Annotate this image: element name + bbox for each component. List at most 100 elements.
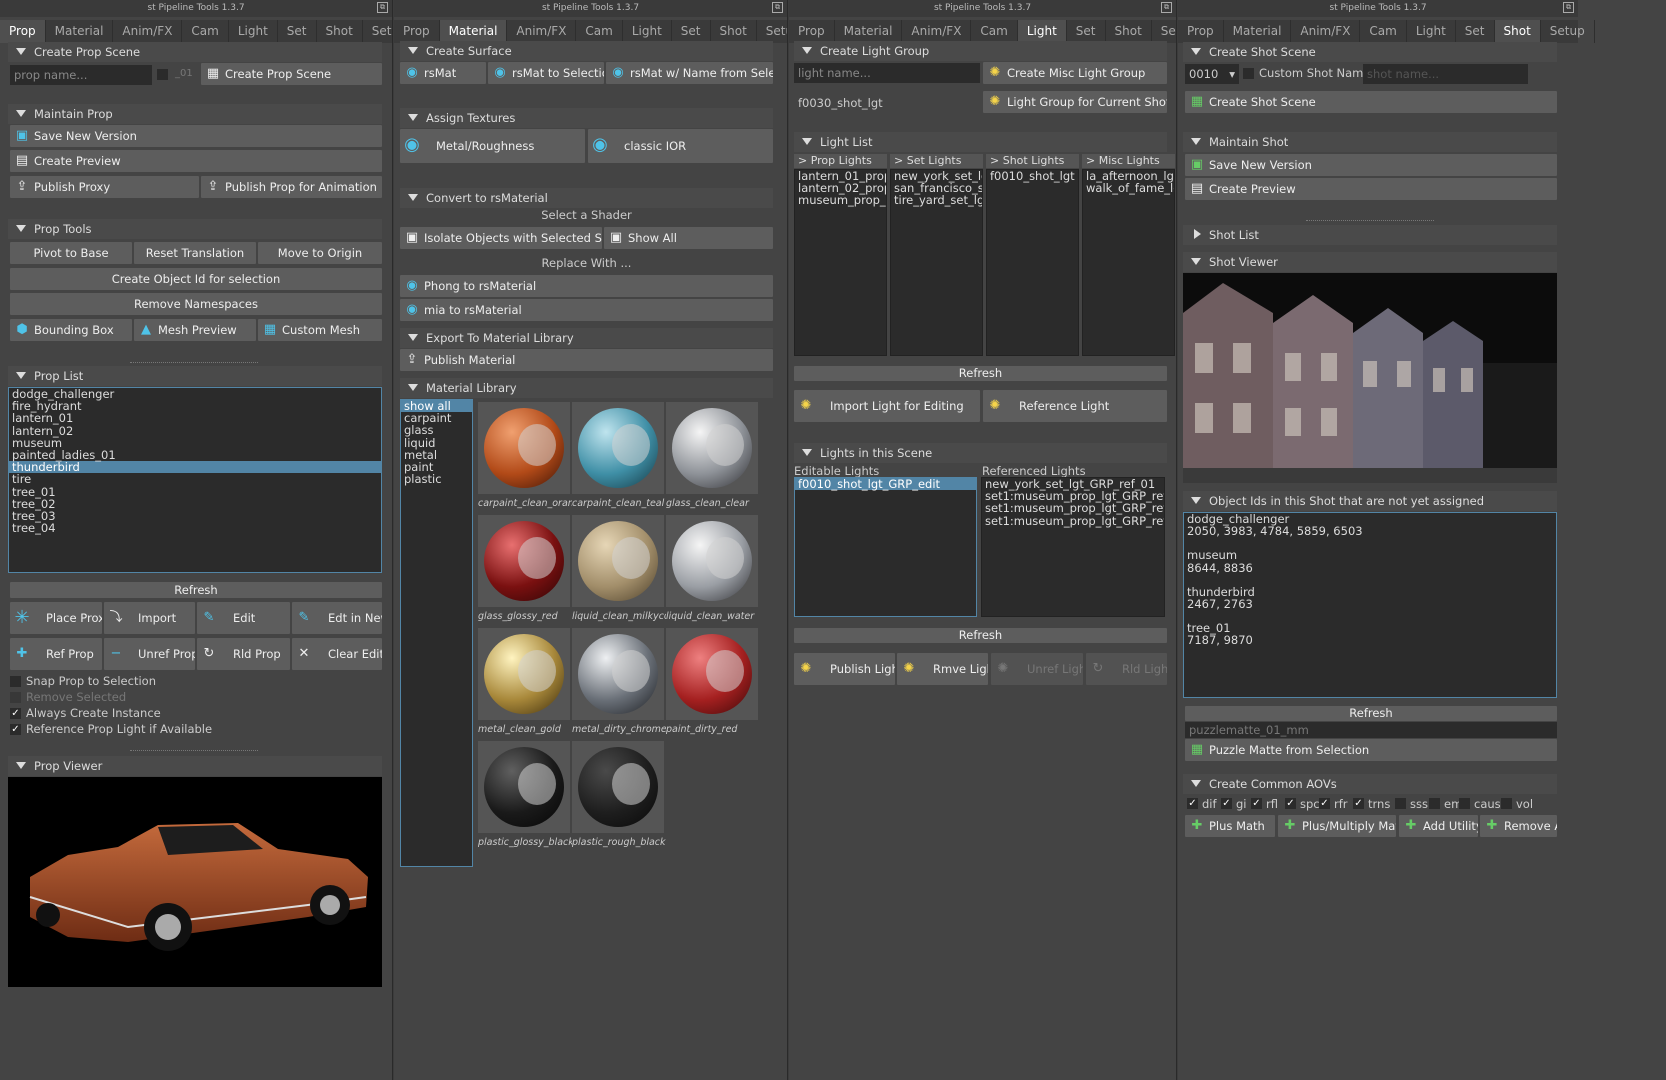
tab-prop[interactable]: Prop (789, 20, 835, 43)
section-material-library[interactable]: Material Library (400, 378, 773, 398)
light-group-current-shot-button[interactable]: ✺ Light Group for Current Shot (983, 91, 1167, 113)
mesh-preview-button[interactable]: ▲ Mesh Preview (134, 319, 256, 341)
tab-light[interactable]: Light (623, 20, 672, 43)
tab-shot[interactable]: Shot (1494, 20, 1541, 43)
tab-prop[interactable]: Prop (1178, 20, 1224, 43)
section-convert[interactable]: Convert to rsMaterial (400, 188, 773, 208)
material-swatch[interactable] (478, 402, 570, 494)
tab-cam[interactable]: Cam (576, 20, 623, 43)
light-column-list[interactable]: lantern_01_prop_lgtlantern_02_prop_lgtmu… (794, 169, 887, 356)
rsmat-to-selection-button[interactable]: ◉ rsMat to Selection (488, 62, 604, 84)
tab-setup[interactable]: Setup (363, 20, 392, 43)
tab-animfx[interactable]: Anim/FX (113, 20, 183, 43)
metal-roughness-button[interactable]: ◉ Metal/Roughness (400, 129, 585, 163)
tab-material[interactable]: Material (46, 20, 114, 43)
material-swatch[interactable] (666, 628, 758, 720)
refresh-button[interactable]: Refresh (794, 366, 1167, 381)
create-misc-light-group-button[interactable]: ✺ Create Misc Light Group (983, 62, 1167, 84)
rsmat-name-button[interactable]: ◉ rsMat w/ Name from Selection (606, 62, 773, 84)
prop-name-input[interactable]: prop name... (10, 65, 152, 85)
section-common-aovs[interactable]: Create Common AOVs (1183, 774, 1557, 794)
aov-checkbox[interactable] (1395, 798, 1406, 809)
refresh-button[interactable]: Refresh (10, 582, 382, 598)
section-prop-tools[interactable]: Prop Tools (8, 219, 382, 239)
aov-checkbox[interactable]: ✓ (1221, 798, 1232, 809)
material-swatch[interactable] (572, 402, 664, 494)
section-assign-textures[interactable]: Assign Textures (400, 108, 773, 128)
ref-light-checkbox[interactable]: ✓ (10, 724, 21, 735)
list-item[interactable]: thunderbird (9, 461, 381, 473)
show-all-button[interactable]: ▣ Show All (604, 227, 773, 249)
ref-prop-button[interactable]: ✚ Ref Prop (10, 638, 102, 670)
tab-shot[interactable]: Shot (1106, 20, 1152, 43)
section-create-surface[interactable]: Create Surface (400, 41, 773, 61)
tab-set[interactable]: Set (278, 20, 317, 43)
dock-icon[interactable]: ⧉ (772, 2, 783, 13)
aov-checkbox[interactable]: ✓ (1251, 798, 1262, 809)
unref-light-button[interactable]: ✺ Unref Light (991, 653, 1083, 685)
tab-light[interactable]: Light (229, 20, 278, 43)
tab-animfx[interactable]: Anim/FX (902, 20, 972, 43)
prop-list[interactable]: dodge_challenger fire_hydrant lantern_01 la… (8, 387, 382, 573)
move-to-origin-button[interactable]: Move to Origin (258, 242, 382, 264)
tab-shot[interactable]: Shot (711, 20, 757, 43)
custom-mesh-button[interactable]: ▦ Custom Mesh (258, 319, 382, 341)
tab-cam[interactable]: Cam (971, 20, 1018, 43)
dock-icon[interactable]: ⧉ (377, 2, 388, 13)
list-item[interactable]: f0010_shot_lgt_GRP_edit (795, 478, 976, 490)
material-category-list[interactable]: show all carpaint glass liquid metal paint pla… (400, 399, 473, 867)
tab-animfx[interactable]: Anim/FX (507, 20, 577, 43)
phong-to-rsmaterial-button[interactable]: ◉ Phong to rsMaterial (400, 275, 773, 297)
tab-setup[interactable]: Setup (1152, 20, 1176, 43)
aov-checkbox[interactable] (1501, 798, 1512, 809)
dock-icon[interactable]: ⧉ (1563, 2, 1574, 13)
unref-prop-button[interactable]: − Unref Prop (104, 638, 195, 670)
create-shot-scene-button[interactable]: ▦ Create Shot Scene (1185, 91, 1557, 113)
always-instance-checkbox[interactable]: ✓ (10, 708, 21, 719)
remove-namespaces-button[interactable]: Remove Namespaces (10, 293, 382, 315)
tab-set[interactable]: Set (672, 20, 711, 43)
material-swatch[interactable] (572, 741, 664, 833)
suffix-checkbox[interactable] (157, 69, 168, 80)
light-column-list[interactable]: new_york_set_lgtsan_francisco_set_lgttir… (890, 169, 983, 356)
editable-lights-list[interactable]: f0010_shot_lgt_GRP_edit (794, 477, 977, 617)
publish-material-button[interactable]: ⇪ Publish Material (400, 349, 773, 371)
shot-name-input[interactable]: shot name... (1363, 64, 1528, 84)
section-light-list[interactable]: Light List (794, 132, 1167, 152)
reload-light-button[interactable]: ↻ Rld Light (1086, 653, 1167, 685)
list-item[interactable]: lantern_01 (9, 412, 381, 424)
list-item[interactable]: walk_of_fame_lgt (1083, 182, 1174, 194)
material-swatch[interactable] (478, 515, 570, 607)
tab-setup[interactable]: Setup (1541, 20, 1595, 43)
isolate-objects-button[interactable]: ▣ Isolate Objects with Selected Shader (400, 227, 602, 249)
shot-create-preview-button[interactable]: ▤ Create Preview (1185, 178, 1557, 200)
bounding-box-button[interactable]: ⬢ Bounding Box (10, 319, 132, 341)
edit-button[interactable]: ✎ Edit (197, 602, 290, 634)
tab-material[interactable]: Material (835, 20, 903, 43)
clear-edits-button[interactable]: ✕ Clear Edits (292, 638, 382, 670)
tab-cam[interactable]: Cam (1360, 20, 1407, 43)
section-prop-list[interactable]: Prop List (8, 366, 382, 386)
dock-icon[interactable]: ⧉ (1161, 2, 1172, 13)
import-button[interactable]: ⤵ Import (104, 602, 195, 634)
add-utility-button[interactable]: ✚ Add Utility (1399, 815, 1478, 837)
tab-animfx[interactable]: Anim/FX (1291, 20, 1361, 43)
list-item[interactable]: plastic (401, 473, 472, 485)
reload-prop-button[interactable]: ↻ Rld Prop (197, 638, 290, 670)
shot-save-version-button[interactable]: ▣ Save New Version (1185, 154, 1557, 176)
aov-checkbox[interactable]: ✓ (1319, 798, 1330, 809)
list-item[interactable]: tire (9, 473, 381, 485)
material-swatch[interactable] (478, 741, 570, 833)
list-item[interactable]: lantern_02 (9, 424, 381, 436)
list-item[interactable]: glass (401, 424, 472, 436)
refresh-scene-lights-button[interactable]: Refresh (794, 628, 1167, 643)
referenced-lights-list[interactable]: new_york_set_lgt_GRP_ref_01 set1:museum_p… (981, 477, 1165, 617)
edit-in-new-button[interactable]: ✎ Edt in New (292, 602, 382, 634)
object-ids-list[interactable]: dodge_challenger 2050, 3983, 4784, 5859, … (1183, 512, 1557, 698)
mia-to-rsmaterial-button[interactable]: ◉ mia to rsMaterial (400, 299, 773, 321)
classic-ior-button[interactable]: ◉ classic IOR (588, 129, 773, 163)
remove-selected-checkbox[interactable] (10, 692, 21, 703)
rsmat-button[interactable]: ◉ rsMat (400, 62, 486, 84)
aov-checkbox[interactable] (1429, 798, 1440, 809)
shot-number-dropdown[interactable]: 0010 ▾ (1185, 64, 1239, 84)
